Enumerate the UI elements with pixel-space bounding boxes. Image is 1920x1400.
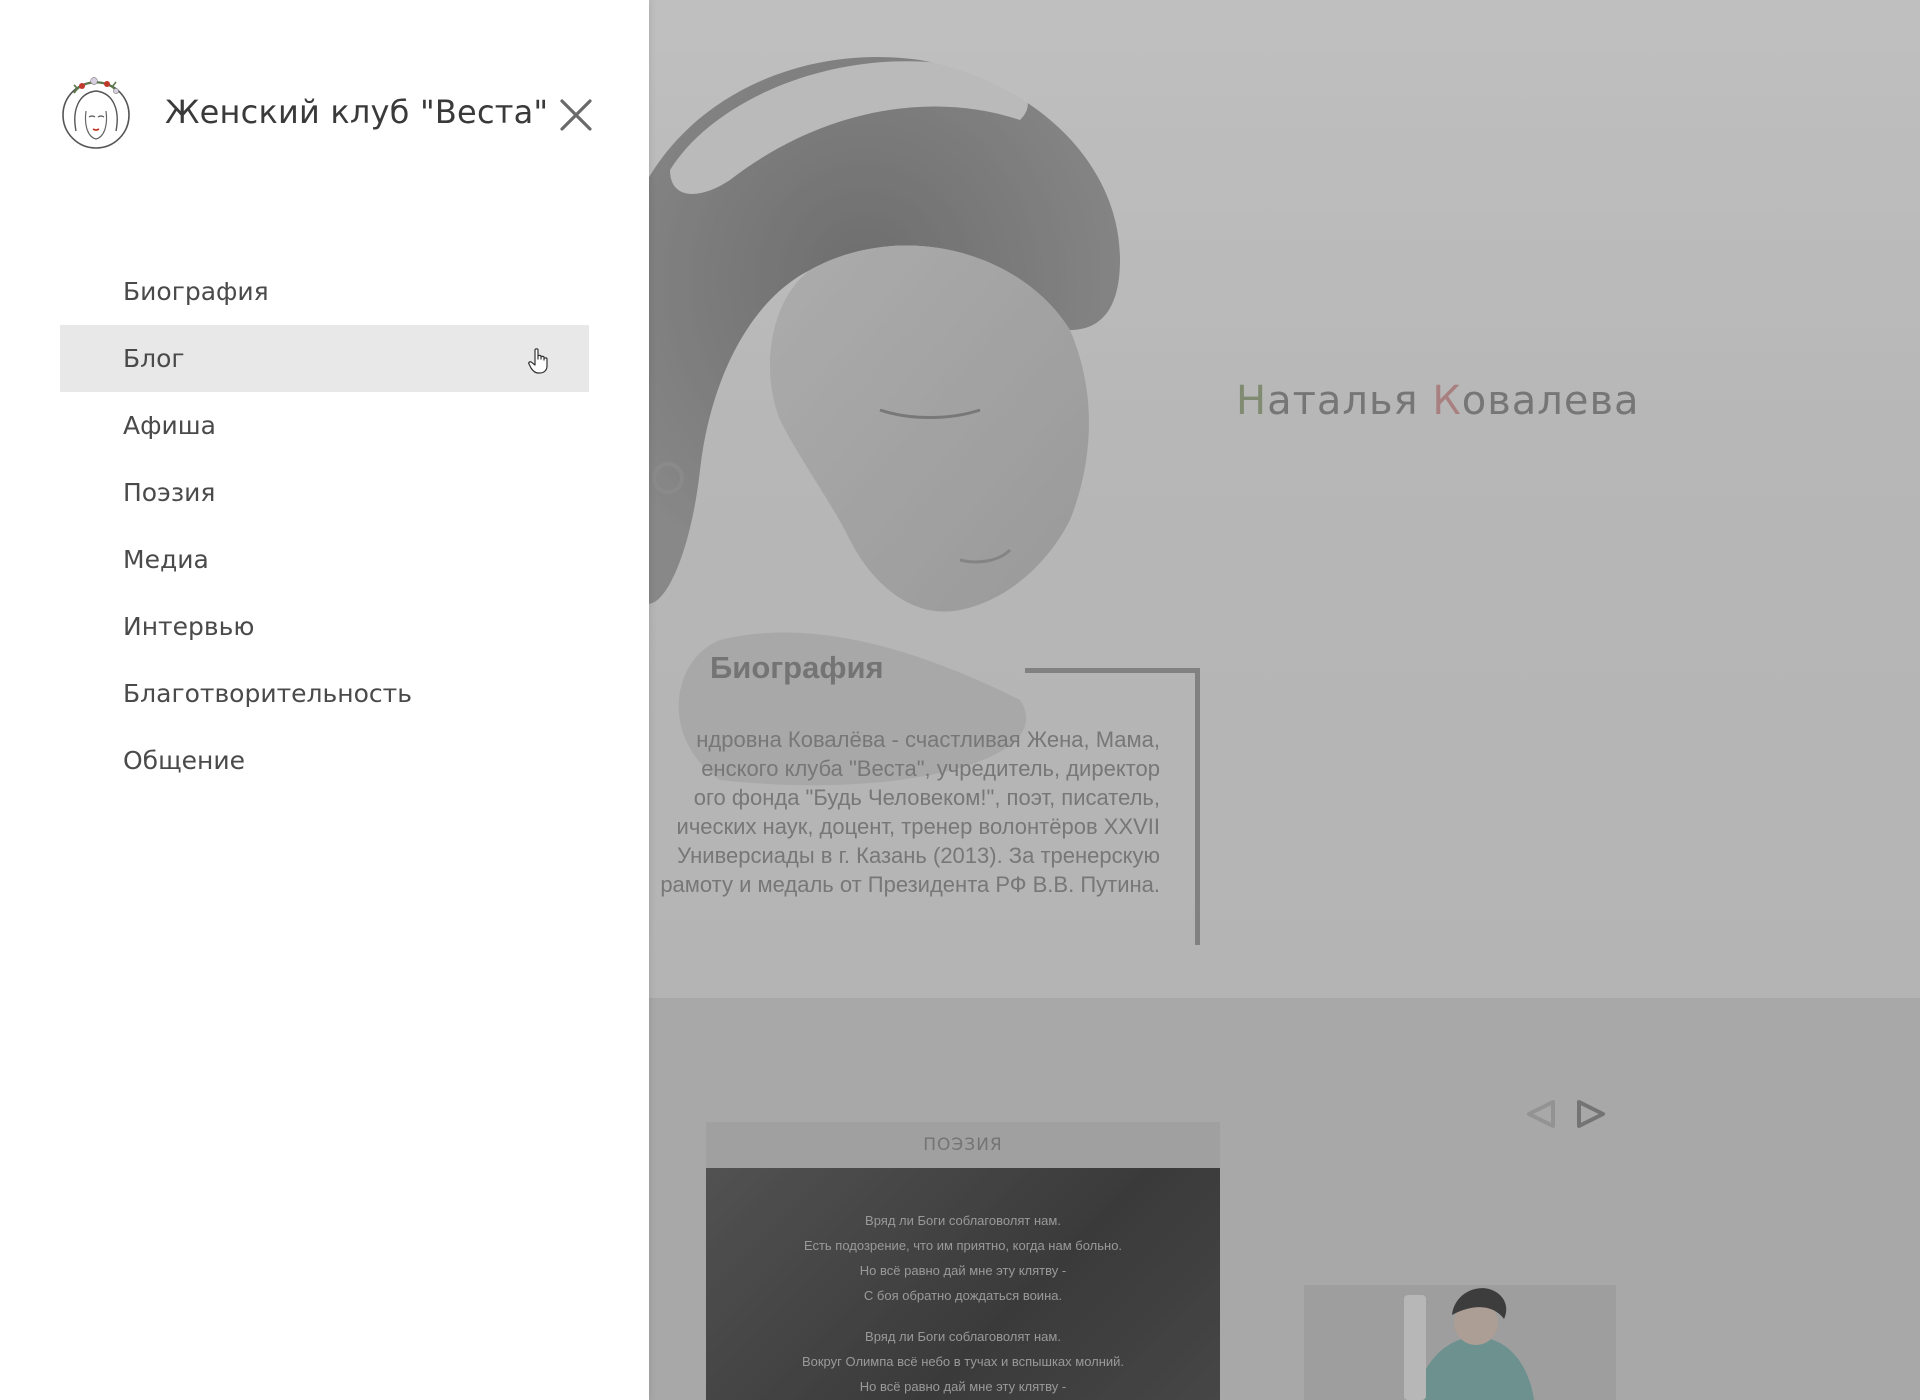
drawer-nav: Биография Блог Афиша Поэзия Медиа Интерв… (60, 258, 589, 794)
name-initial-first: Н (1236, 378, 1268, 424)
nav-item-media[interactable]: Медиа (60, 526, 589, 593)
nav-item-label: Общение (123, 746, 245, 775)
triangle-right-icon[interactable] (1575, 1098, 1607, 1130)
hand-cursor-icon (528, 348, 548, 374)
poem-line: Вряд ли Боги соблаговолят нам. (865, 1213, 1061, 1228)
name-initial-last: К (1432, 378, 1462, 424)
nav-item-label: Биография (123, 277, 269, 306)
poem-line: С боя обратно дождаться воина. (863, 1288, 1063, 1303)
poetry-card-body: Вряд ли Боги соблаговолят нам. Есть подо… (706, 1168, 1220, 1400)
poem-line: Вряд ли Боги соблаговолят нам. (865, 1329, 1061, 1344)
vesta-logo[interactable] (60, 71, 132, 153)
name-last-rest: овалева (1461, 378, 1640, 424)
nav-item-interview[interactable]: Интервью (60, 593, 589, 660)
bio-title: Биография (710, 650, 884, 685)
nav-item-charity[interactable]: Благотворительность (60, 660, 589, 727)
nav-item-biography[interactable]: Биография (60, 258, 589, 325)
photo-image (1304, 1285, 1616, 1400)
nav-item-label: Афиша (123, 411, 216, 440)
nav-item-poetry[interactable]: Поэзия (60, 459, 589, 526)
nav-item-blog[interactable]: Блог (60, 325, 589, 392)
carousel-controls (1525, 1098, 1607, 1130)
poem-line: Но всё равно дай мне эту клятву - (859, 1263, 1067, 1278)
nav-item-label: Медиа (123, 545, 209, 574)
nav-item-communication[interactable]: Общение (60, 727, 589, 794)
drawer-title: Женский клуб "Веста" (165, 93, 549, 131)
nav-item-label: Блог (123, 344, 185, 373)
close-icon[interactable] (558, 97, 594, 133)
stanza-gap (706, 1308, 1220, 1324)
poem-line: Вокруг Олимпа всё небо в тучах и вспышка… (801, 1354, 1125, 1369)
nav-item-label: Благотворительность (123, 679, 412, 708)
nav-item-label: Поэзия (123, 478, 216, 507)
name-first-rest: аталья (1267, 378, 1433, 424)
poetry-card-header: ПОЭЗИЯ (706, 1122, 1220, 1168)
nav-item-label: Интервью (123, 612, 255, 641)
poem-line: Есть подозрение, что им приятно, когда н… (803, 1238, 1123, 1253)
side-drawer: Женский клуб "Веста" Биография Блог Афиш… (0, 0, 649, 1400)
hero-name: Наталья Ковалева (1236, 378, 1640, 424)
triangle-left-icon[interactable] (1525, 1098, 1557, 1130)
nav-item-afisha[interactable]: Афиша (60, 392, 589, 459)
photo-card[interactable] (1304, 1285, 1616, 1400)
poem-line: Но всё равно дай мне эту клятву - (859, 1379, 1067, 1394)
poetry-card[interactable]: ПОЭЗИЯ Вряд ли Боги соблаговолят нам. Ес… (706, 1122, 1220, 1400)
